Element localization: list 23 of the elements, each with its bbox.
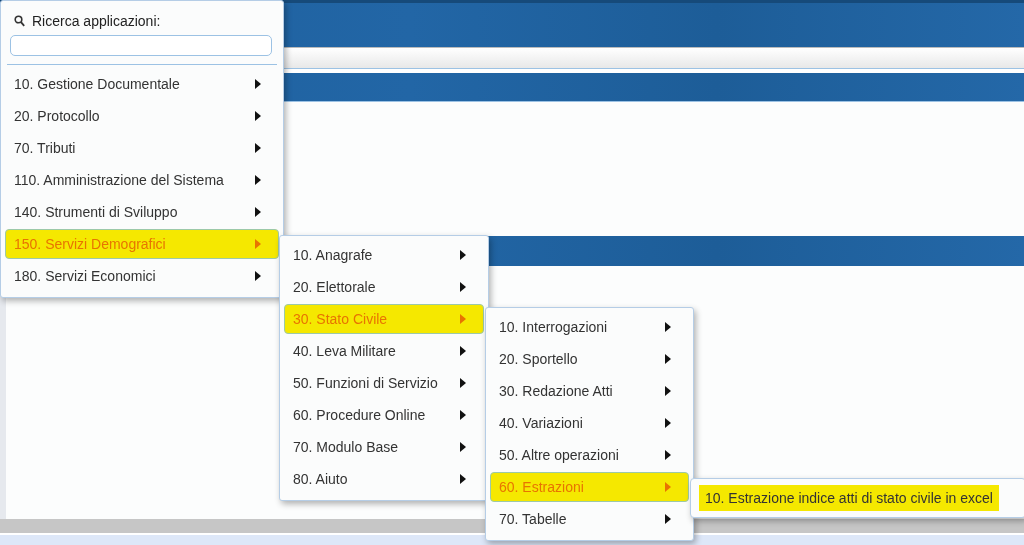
menu-item[interactable]: 20. Elettorale — [284, 272, 484, 302]
menu-item[interactable]: 60. Procedure Online — [284, 400, 484, 430]
menu-item[interactable]: 40. Variazioni — [490, 408, 689, 438]
menu-item[interactable]: 50. Altre operazioni — [490, 440, 689, 470]
search-field[interactable] — [10, 35, 272, 56]
menu-item[interactable]: 70. Modulo Base — [284, 432, 484, 462]
menu-item[interactable]: 180. Servizi Economici — [5, 261, 279, 291]
menu-item[interactable]: 10. Estrazione indice atti di stato civile in excel — [699, 485, 999, 511]
menu-item[interactable]: 10. Interrogazioni — [490, 312, 689, 342]
menu-item[interactable]: 140. Strumenti di Sviluppo — [5, 197, 279, 227]
menu-item[interactable]: 10. Gestione Documentale — [5, 69, 279, 99]
menu-item[interactable]: 30. Redazione Atti — [490, 376, 689, 406]
menu-item[interactable]: 50. Funzioni di Servizio — [284, 368, 484, 398]
menu-item[interactable]: 20. Protocollo — [5, 101, 279, 131]
menu-item[interactable]: 70. Tabelle — [490, 504, 689, 534]
menu-item[interactable]: 110. Amministrazione del Sistema — [5, 165, 279, 195]
menu-item[interactable]: 80. Aiuto — [284, 464, 484, 494]
menu-item[interactable]: 70. Tributi — [5, 133, 279, 163]
search-icon — [14, 15, 25, 27]
menu-item[interactable]: 40. Leva Militare — [284, 336, 484, 366]
menu-item[interactable]: 10. Anagrafe — [284, 240, 484, 270]
menu-item[interactable]: 20. Sportello — [490, 344, 689, 374]
search-label: Ricerca applicazioni: — [32, 13, 161, 29]
